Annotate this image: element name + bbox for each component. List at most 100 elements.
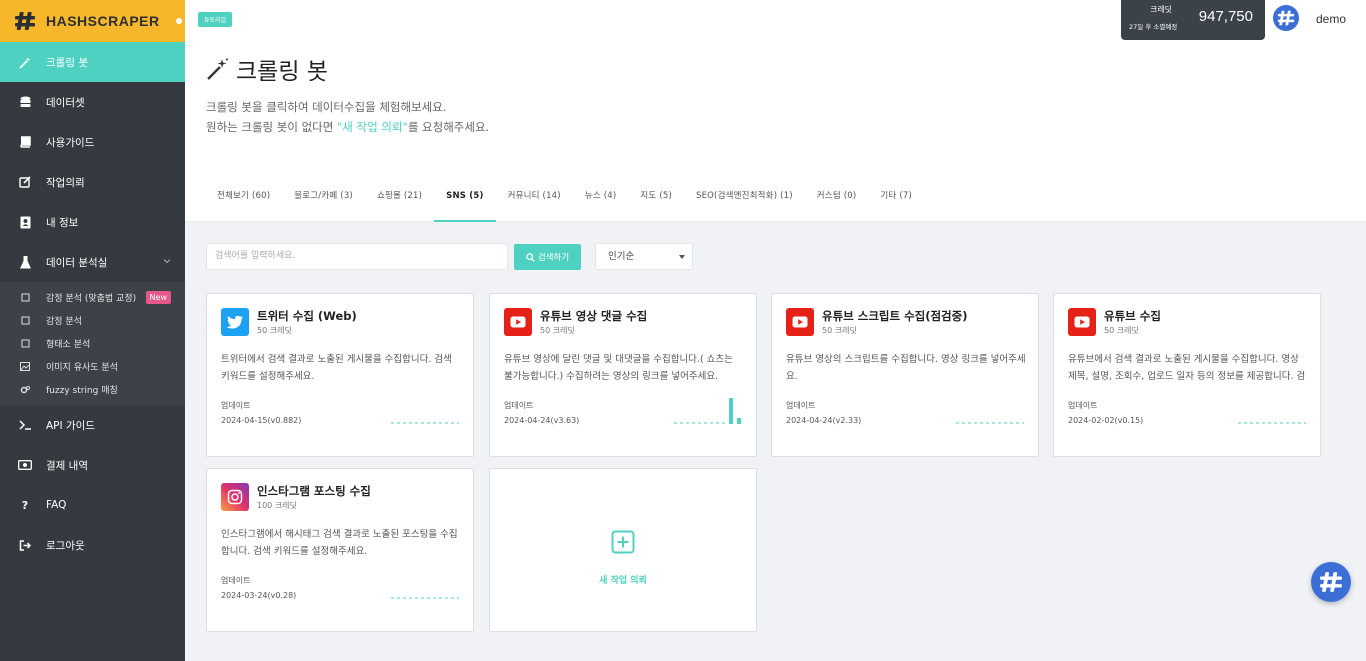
sidebar-item-my-info[interactable]: 내 정보 <box>0 202 185 242</box>
card-description: 유튜브에서 검색 결과로 노출된 게시물을 수집합니다. 영상 제목, 설명, … <box>1068 354 1306 382</box>
category-tabs: 전체보기 (60) 블로그/카페 (3) 쇼핑몰 (21) SNS (5) 커뮤… <box>205 180 924 222</box>
card-updated-label: 업데이트 <box>1068 401 1098 410</box>
submenu-label: 이미지 유사도 분석 <box>46 363 118 373</box>
credit-value: 947,750 <box>1198 8 1253 25</box>
submenu-sentiment[interactable]: 감정 분석 <box>0 309 185 332</box>
card-title: 인스타그램 포스팅 수집 <box>257 484 371 498</box>
submenu-label: 감정 분석 <box>46 317 82 327</box>
tab-custom[interactable]: 커스텀 (0) <box>805 180 869 222</box>
tab-news[interactable]: 뉴스 (4) <box>573 180 629 222</box>
bot-card-instagram[interactable]: 인스타그램 포스팅 수집 100 크레딧 인스타그램에서 해시태그 검색 결과로… <box>206 468 474 632</box>
credit-panel[interactable]: 크레딧 27일 후 소멸예정 947,750 <box>1121 0 1265 40</box>
brand-name: HASHSCRAPER <box>46 13 160 29</box>
sidebar-item-payments[interactable]: 결제 내역 <box>0 445 185 485</box>
sidebar-item-request[interactable]: 작업의뢰 <box>0 162 185 202</box>
status-dot <box>175 18 182 24</box>
question-icon: ? <box>21 498 29 512</box>
flask-icon <box>18 255 32 269</box>
brand[interactable]: HASHSCRAPER <box>0 0 185 42</box>
new-request-link[interactable]: "새 작업 의뢰" <box>337 120 408 134</box>
card-title: 트위터 수집 (Web) <box>257 309 357 323</box>
sidebar-item-data-lab[interactable]: 데이터 분석실 <box>0 242 185 282</box>
youtube-icon <box>1068 308 1096 336</box>
submenu-morpheme[interactable]: 형태소 분석 <box>0 332 185 355</box>
search-icon <box>526 252 535 262</box>
bot-card-youtube-comments[interactable]: 유튜브 영상 댓글 수집 50 크레딧 유튜브 영상에 달린 댓글 및 대댓글을… <box>489 293 757 457</box>
card-version: 2024-03-24(v0.28) <box>221 591 297 600</box>
card-description: 인스타그램에서 해시태그 검색 결과로 노출된 포스팅을 수집합니다. 검색 키… <box>221 529 458 557</box>
card-updated-label: 업데이트 <box>221 576 251 585</box>
caret-down-icon <box>679 255 685 259</box>
sidebar-item-label: 작업의뢰 <box>46 176 85 189</box>
card-version: 2024-04-24(v3.63) <box>504 416 580 425</box>
usage-sparkline <box>391 422 459 424</box>
magic-wand-icon <box>18 55 32 69</box>
desc-line-2-post: 를 요청해주세요. <box>407 120 490 134</box>
sidebar-item-label: 크롤링 봇 <box>46 56 88 69</box>
tab-shopping[interactable]: 쇼핑몰 (21) <box>365 180 434 222</box>
money-icon <box>18 458 32 472</box>
page-header: 튜토리얼 크레딧 27일 후 소멸예정 947,750 demo 크롤링 봇 크… <box>185 0 1366 222</box>
sidebar-item-label: 데이터 분석실 <box>46 256 108 269</box>
tab-etc[interactable]: 기타 (7) <box>868 180 924 222</box>
hash-logo-icon <box>14 10 36 32</box>
sidebar-item-label: 사용가이드 <box>46 136 95 149</box>
bot-card-twitter[interactable]: 트위터 수집 (Web) 50 크레딧 트위터에서 검색 결과로 노출된 게시물… <box>206 293 474 457</box>
search-input[interactable]: 검색어를 입력하세요. <box>206 243 508 270</box>
twitter-icon <box>221 308 249 336</box>
sidebar-item-faq[interactable]: ? FAQ <box>0 485 185 525</box>
tab-all[interactable]: 전체보기 (60) <box>205 180 282 222</box>
sidebar-item-dataset[interactable]: 데이터셋 <box>0 82 185 122</box>
card-credit: 50 크레딧 <box>1104 326 1139 335</box>
tab-sns[interactable]: SNS (5) <box>434 180 496 222</box>
plus-square-icon <box>611 530 635 558</box>
card-version: 2024-04-24(v2.33) <box>786 416 862 425</box>
username[interactable]: demo <box>1316 12 1346 26</box>
sidebar-item-guide[interactable]: 사용가이드 <box>0 122 185 162</box>
bot-card-youtube-script[interactable]: 유튜브 스크립트 수집(점검중) 50 크레딧 유튜브 영상의 스크립트를 수집… <box>771 293 1039 457</box>
sidebar-item-label: 내 정보 <box>46 216 79 229</box>
page-title: 크롤링 봇 <box>236 59 328 85</box>
card-description: 유튜브 영상의 스크립트를 수집합니다. 영상 링크를 넣어주세요. <box>786 354 1026 382</box>
chevron-down-icon <box>163 256 171 268</box>
usage-sparkline <box>674 398 741 424</box>
doc-icon <box>20 316 30 326</box>
credit-expiry: 27일 후 소멸예정 <box>1129 23 1178 31</box>
sidebar-item-api-guide[interactable]: API 가이드 <box>0 405 185 445</box>
new-request-label: 새 작업 의뢰 <box>599 576 647 586</box>
edit-icon <box>18 175 32 189</box>
instagram-icon <box>221 483 249 511</box>
tab-community[interactable]: 커뮤니티 (14) <box>496 180 573 222</box>
tab-seo[interactable]: SEO(검색엔진최적화) (1) <box>684 180 805 222</box>
submenu-fuzzy-string[interactable]: fuzzy string 매칭 <box>0 378 185 401</box>
card-credit: 50 크레딧 <box>822 326 857 335</box>
new-badge: New <box>145 291 171 304</box>
sidebar-item-label: 데이터셋 <box>46 96 85 109</box>
desc-line-2: 원하는 크롤링 봇이 없다면 "새 작업 의뢰"를 요청해주세요. <box>206 117 489 137</box>
tab-map[interactable]: 지도 (5) <box>628 180 684 222</box>
submenu-label: fuzzy string 매칭 <box>46 386 118 396</box>
database-icon <box>18 95 32 109</box>
submenu-image-similarity[interactable]: 이미지 유사도 분석 <box>0 355 185 378</box>
logout-icon <box>18 538 32 552</box>
card-title: 유튜브 스크립트 수집(점검중) <box>822 309 968 323</box>
desc-line-2-pre: 원하는 크롤링 봇이 없다면 <box>206 120 338 134</box>
sort-select[interactable]: 인기순 <box>595 243 693 270</box>
terminal-icon <box>18 418 32 432</box>
desc-line-1: 크롤링 봇을 클릭하여 데이터수집을 체험해보세요. <box>206 100 447 114</box>
card-credit: 50 크레딧 <box>540 326 575 335</box>
sidebar-item-crawling-bot[interactable]: 크롤링 봇 <box>0 42 185 82</box>
tutorial-button[interactable]: 튜토리얼 <box>198 12 233 27</box>
search-button[interactable]: 검색하기 <box>514 244 581 270</box>
tab-blog-cafe[interactable]: 블로그/카페 (3) <box>282 180 365 222</box>
sidebar-item-label: FAQ <box>46 499 67 511</box>
bot-card-youtube[interactable]: 유튜브 수집 50 크레딧 유튜브에서 검색 결과로 노출된 게시물을 수집합니… <box>1053 293 1321 457</box>
page-title-row: 크롤링 봇 <box>206 52 328 86</box>
avatar[interactable] <box>1273 5 1299 31</box>
sidebar-item-logout[interactable]: 로그아웃 <box>0 525 185 565</box>
submenu-sentiment-spelling[interactable]: 감정 분석 (맞춤법 교정) New <box>0 286 185 309</box>
chat-fab-button[interactable] <box>1311 562 1351 602</box>
new-request-card[interactable]: 새 작업 의뢰 <box>489 468 757 632</box>
usage-sparkline <box>956 422 1024 424</box>
youtube-icon <box>786 308 814 336</box>
